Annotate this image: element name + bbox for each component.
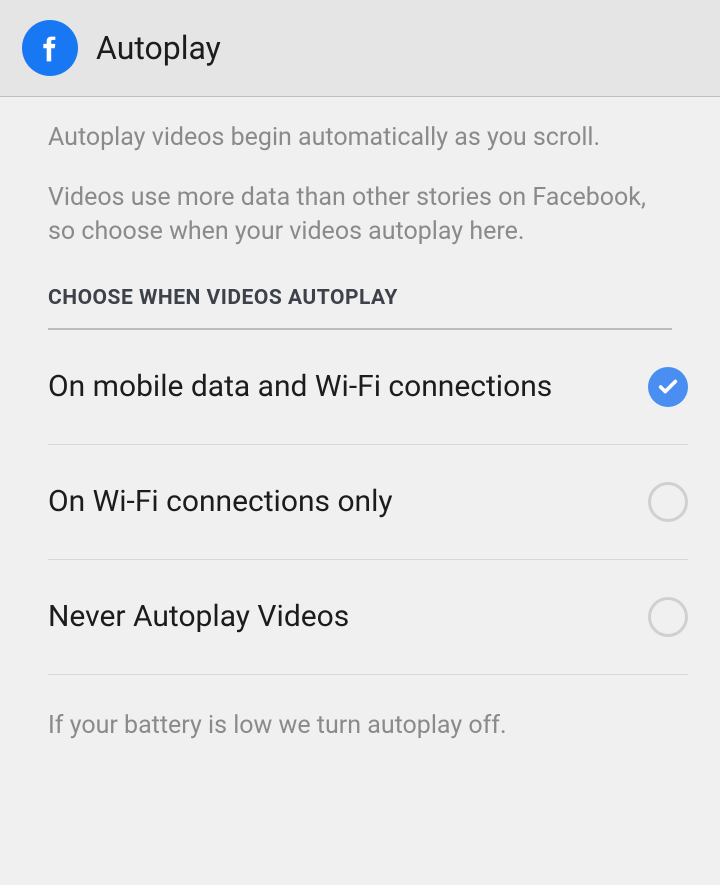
radio-unselected-icon xyxy=(648,597,688,637)
option-label: On Wi-Fi connections only xyxy=(48,481,648,523)
description-secondary: Videos use more data than other stories … xyxy=(48,181,672,249)
option-label: On mobile data and Wi-Fi connections xyxy=(48,366,648,408)
option-label: Never Autoplay Videos xyxy=(48,596,648,638)
option-mobile-and-wifi[interactable]: On mobile data and Wi-Fi connections xyxy=(48,330,688,445)
facebook-logo-icon xyxy=(22,20,78,76)
content-area: Autoplay videos begin automatically as y… xyxy=(0,97,720,330)
autoplay-options-list: On mobile data and Wi-Fi connections On … xyxy=(0,330,720,675)
option-never-autoplay[interactable]: Never Autoplay Videos xyxy=(48,560,688,675)
description-primary: Autoplay videos begin automatically as y… xyxy=(48,121,672,155)
footer-note: If your battery is low we turn autoplay … xyxy=(0,675,720,740)
section-heading: CHOOSE WHEN VIDEOS AUTOPLAY xyxy=(48,286,672,330)
page-title: Autoplay xyxy=(96,29,221,67)
radio-unselected-icon xyxy=(648,482,688,522)
checkmark-icon xyxy=(648,367,688,407)
app-header: Autoplay xyxy=(0,0,720,97)
option-wifi-only[interactable]: On Wi-Fi connections only xyxy=(48,445,688,560)
